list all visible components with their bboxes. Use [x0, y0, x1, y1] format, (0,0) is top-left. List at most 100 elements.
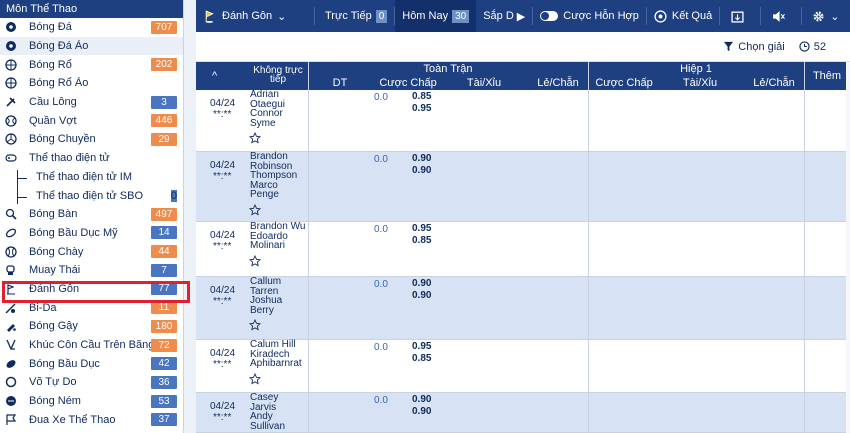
odds-home[interactable]: 0.95 — [412, 341, 431, 353]
sidebar-list: Bóng Đá 707 Bóng Đá Ảo Bóng Rổ 202 Bóng Rổ Ảo… — [0, 18, 183, 429]
date-text: 04/24 — [210, 230, 236, 241]
player-names: Adrian Otaegui Connor Syme — [250, 90, 310, 128]
sidebar-item-label: Bóng Rổ Ảo — [29, 77, 89, 90]
match-date: 04/24 **:** — [210, 348, 235, 370]
sidebar-item-items2-10[interactable]: Bóng Ném 53 — [0, 392, 183, 411]
sidebar-item-items-7[interactable]: Thể thao điện tử — [0, 149, 183, 168]
favorite-star-icon[interactable] — [249, 254, 261, 267]
tree-line — [17, 170, 18, 204]
sidebar-item-items2-2[interactable]: Bóng Chày 44 — [0, 242, 183, 261]
tab-early-label: Sắp D — [483, 10, 514, 22]
favorite-star-icon[interactable] — [249, 372, 261, 385]
collapse-chevron-icon[interactable]: ^ — [212, 70, 217, 82]
chevron-down-icon: ⌄ — [277, 10, 287, 23]
sidebar-item-items-4[interactable]: Cầu Lông 3 — [0, 93, 183, 112]
handicap-line: 0.0 — [374, 92, 388, 103]
count-badge: 53 — [151, 394, 177, 408]
tab-live[interactable]: Trực Tiếp 0 — [314, 7, 396, 25]
odds-away[interactable]: 0.90 — [412, 406, 431, 418]
match-count-value: 52 — [813, 40, 826, 53]
sidebar-item-items2-11[interactable]: Đua Xe Thể Thao 37 — [0, 410, 183, 429]
scrollbar[interactable] — [846, 62, 850, 433]
sound-button[interactable] — [761, 7, 803, 25]
sidebar-item-label: Khúc Côn Cầu Trên Băng — [29, 339, 151, 352]
count-badge: 707 — [151, 20, 177, 34]
stats-button[interactable] — [720, 7, 762, 25]
odds-cell[interactable]: 0.95 0.85 — [412, 341, 431, 365]
sidebar-item-items2-0[interactable]: Bóng Bàn 497 — [0, 205, 183, 224]
sidebar-subitem-0[interactable]: Thể thao điện tử IM — [0, 168, 183, 187]
odds-home[interactable]: 0.90 — [412, 278, 431, 290]
odds-home[interactable]: 0.85 — [412, 91, 431, 103]
tab-today[interactable]: Hôm Nay 30 — [395, 0, 477, 32]
chevron-right-icon: ▶ — [516, 10, 526, 23]
sidebar-item-items2-8[interactable]: Bóng Bầu Dục 42 — [0, 354, 183, 373]
odds-home[interactable]: 0.90 — [412, 394, 431, 406]
sidebar-item-label: Bóng Chày — [29, 245, 84, 258]
count-badge: 72 — [151, 338, 177, 352]
date-text: 04/24 — [210, 98, 236, 109]
gear-icon — [813, 11, 824, 21]
sidebar-subitem-label: Thể thao điện tử IM — [36, 170, 133, 183]
table-row: 04/24 **:** Casey Jarvis Andy Sullivan 0.0 0.90… — [196, 393, 850, 433]
tab-live-label: Trực Tiếp — [325, 10, 372, 22]
toggle-switch[interactable] — [540, 11, 559, 21]
odds-cell[interactable]: 0.85 0.95 — [412, 91, 431, 115]
count-badge: 446 — [151, 114, 177, 128]
sidebar-item-items2-9[interactable]: Võ Tự Do 36 — [0, 373, 183, 392]
col-over-under-half: Tài/Xỉu — [682, 77, 718, 89]
odds-cell[interactable]: 0.90 0.90 — [412, 153, 431, 177]
volleyball-icon — [4, 133, 17, 146]
odds-cell[interactable]: 0.95 0.85 — [412, 223, 431, 247]
choose-league-button[interactable]: Chọn giải — [723, 41, 785, 53]
sidebar-item-items-5[interactable]: Quần Vợt 446 — [0, 111, 183, 130]
odds-home[interactable]: 0.95 — [412, 223, 431, 235]
cricket-icon — [4, 320, 17, 333]
favorite-star-icon[interactable] — [249, 204, 261, 216]
sidebar-item-items2-3[interactable]: Muay Thái 7 — [0, 261, 183, 280]
rugby-icon — [4, 357, 17, 370]
odds-cell[interactable]: 0.90 0.90 — [412, 278, 431, 302]
sidebar-item-items2-1[interactable]: Bóng Bầu Dục Mỹ 14 — [0, 224, 183, 243]
sport-selector[interactable]: Đánh Gôn ⌄ — [196, 0, 314, 32]
table-row: 04/24 **:** Adrian Otaegui Connor Syme 0.0 0.85… — [196, 90, 850, 152]
sidebar-item-items-3[interactable]: Bóng Rổ Ảo — [0, 74, 183, 93]
sidebar-item-label: Quần Vợt — [29, 114, 77, 127]
sidebar-item-items-0[interactable]: Bóng Đá 707 — [0, 18, 183, 37]
favorite-star-icon[interactable] — [249, 319, 261, 331]
odds-home[interactable]: 0.90 — [412, 153, 431, 165]
odds-away[interactable]: 0.90 — [412, 165, 431, 177]
target-icon — [654, 9, 667, 23]
match-date: 04/24 **:** — [210, 230, 235, 252]
sidebar-item-items2-7[interactable]: Khúc Côn Cầu Trên Băng 72 — [0, 336, 183, 355]
combo-toggle[interactable]: Cược Hỗn Hợp — [533, 7, 647, 25]
results-button[interactable]: Kết Quả — [647, 7, 721, 25]
col-odd-even: Lẻ/Chẵn — [537, 77, 579, 89]
player-name: Syme — [250, 117, 276, 129]
sidebar-item-items2-6[interactable]: Bóng Gậy 180 — [0, 317, 183, 336]
sidebar-title: Môn Thể Thao — [0, 0, 183, 18]
col-no-live: Không trực tiếp — [253, 65, 303, 85]
tab-early[interactable]: Sắp D ▶ — [476, 7, 534, 25]
sidebar-subitem-1[interactable]: Thể thao điện tử SBO 0 — [0, 186, 183, 205]
sidebar-item-items-1[interactable]: Bóng Đá Ảo — [0, 36, 183, 56]
odds-away[interactable]: 0.90 — [412, 290, 431, 302]
col-handicap-half: Cược Chấp — [595, 77, 653, 89]
settings-button[interactable]: ⌄ — [802, 0, 849, 32]
odds-away[interactable]: 0.95 — [412, 103, 431, 115]
gamepad-icon — [4, 152, 17, 165]
date-text: 04/24 — [210, 401, 236, 412]
odds-away[interactable]: 0.85 — [412, 235, 431, 247]
odds-away[interactable]: 0.85 — [412, 353, 431, 365]
count-badge: 180 — [151, 319, 177, 333]
sidebar-item-items-6[interactable]: Bóng Chuyền 29 — [0, 130, 183, 149]
sidebar-item-items-2[interactable]: Bóng Rổ 202 — [0, 55, 183, 74]
player-names: Brandon Wu Edoardo Molinari — [250, 222, 310, 251]
favorite-star-icon[interactable] — [249, 132, 261, 144]
mute-icon — [773, 10, 786, 22]
tab-live-count: 0 — [375, 9, 388, 23]
group-half: Hiệp 1 — [680, 63, 712, 75]
odds-cell[interactable]: 0.90 0.90 — [412, 394, 431, 418]
mma-icon — [4, 376, 17, 389]
sidebar-item-label: Bóng Bàn — [29, 208, 78, 221]
